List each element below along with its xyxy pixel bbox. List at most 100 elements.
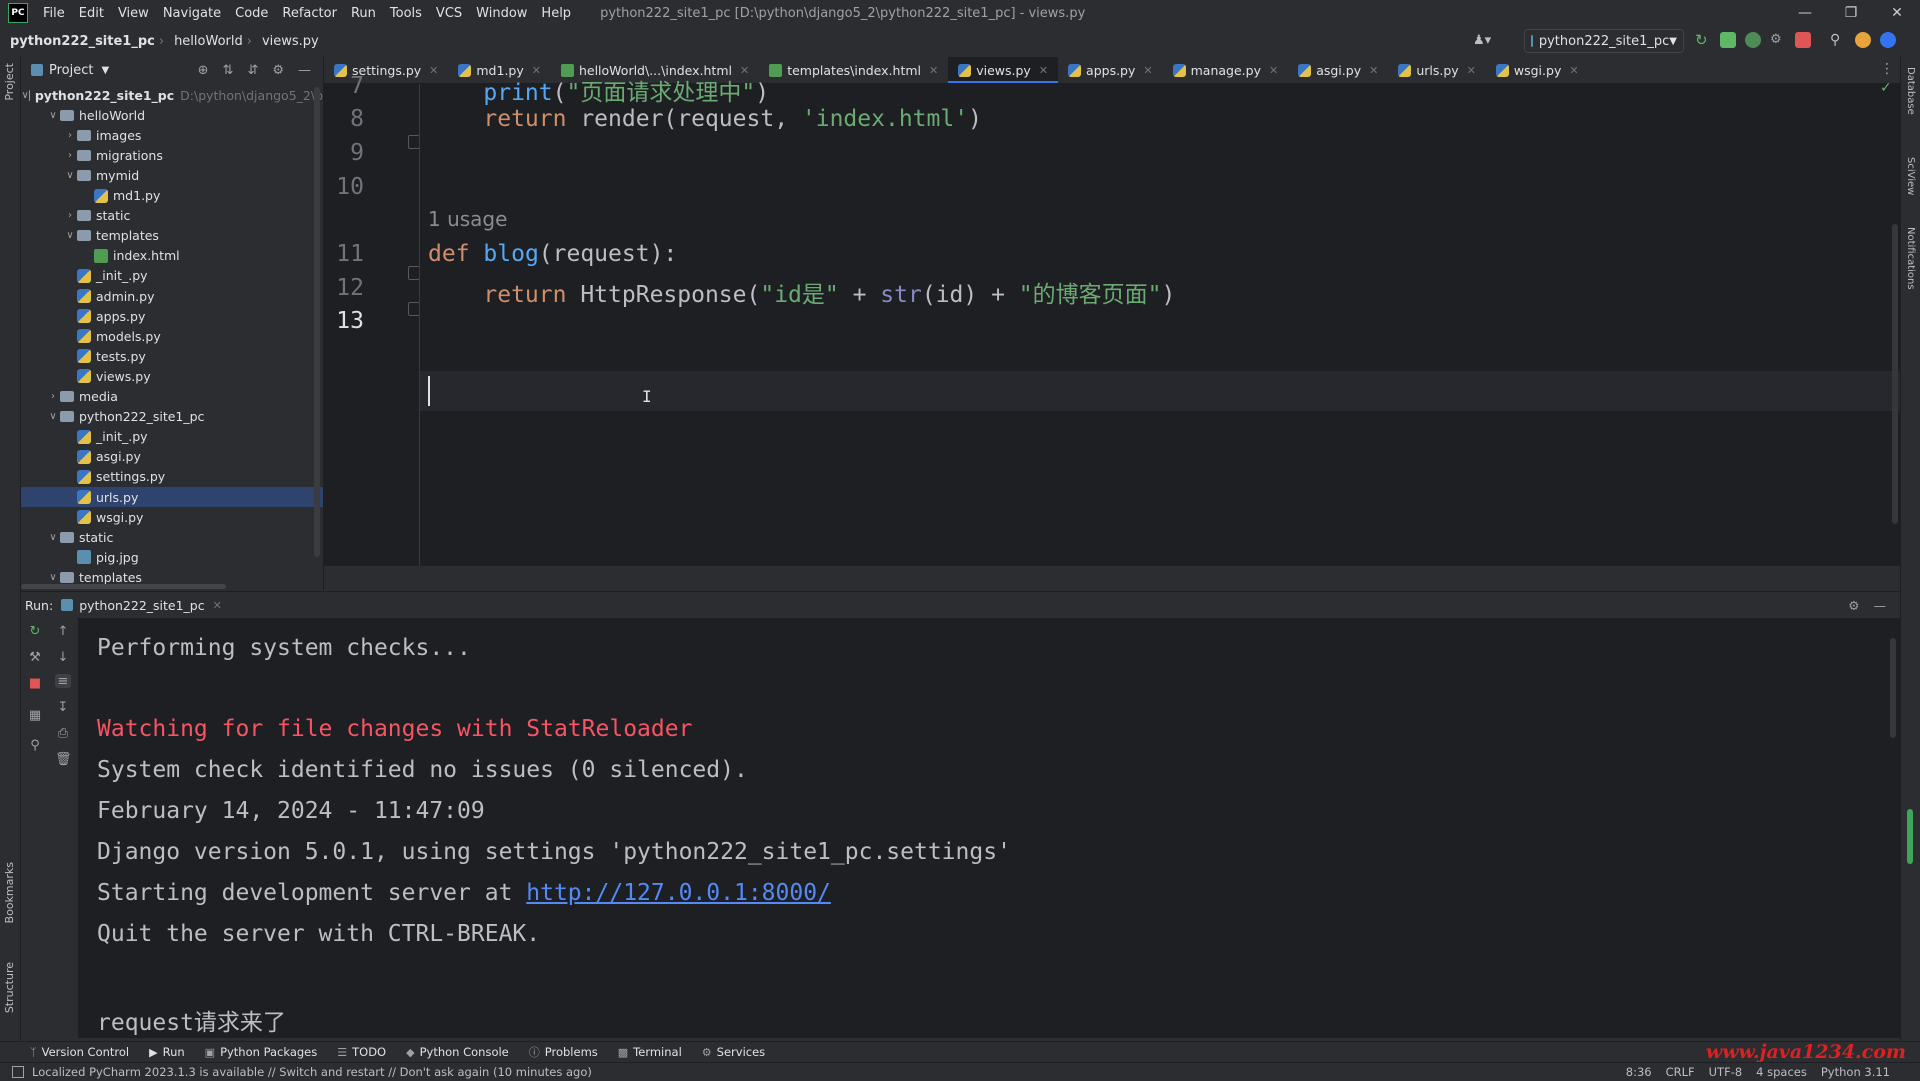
caret-position[interactable]: 8:36	[1626, 1065, 1652, 1079]
tree-item[interactable]: settings.py	[21, 467, 323, 487]
chevron-right-icon[interactable]: ›	[63, 150, 77, 161]
tree-item[interactable]: tests.py	[21, 346, 323, 366]
tree-item[interactable]: ∨ static	[21, 527, 323, 547]
tree-item[interactable]: › migrations	[21, 145, 323, 165]
run-button[interactable]: ▶ Run	[139, 1045, 195, 1059]
tree-item[interactable]: ∨ templates	[21, 226, 323, 246]
chevron-down-icon[interactable]: ∨	[46, 411, 60, 422]
stop-icon[interactable]	[1795, 32, 1811, 48]
close-tab-icon[interactable]: ✕	[1143, 64, 1152, 77]
trash-icon[interactable]: 🗑	[55, 752, 72, 767]
line-separator[interactable]: CRLF	[1666, 1065, 1695, 1079]
soft-wrap-icon[interactable]: ≡	[55, 674, 71, 689]
chevron-right-icon[interactable]: ›	[46, 391, 60, 402]
menu-window[interactable]: Window	[469, 6, 534, 21]
menu-code[interactable]: Code	[228, 6, 275, 21]
menu-help[interactable]: Help	[534, 6, 578, 21]
tree-item[interactable]: pig.jpg	[21, 547, 323, 567]
chevron-right-icon[interactable]: ›	[63, 210, 77, 221]
editor-tab[interactable]: templates\index.html ✕	[759, 57, 948, 83]
menu-vcs[interactable]: VCS	[429, 6, 469, 21]
project-tool-window-button[interactable]: Project	[3, 63, 16, 101]
gear-icon[interactable]: ⚙	[1848, 598, 1873, 613]
file-encoding[interactable]: UTF-8	[1709, 1065, 1743, 1079]
tree-item[interactable]: asgi.py	[21, 447, 323, 467]
close-icon[interactable]: ✕	[1874, 0, 1920, 26]
notifications-tool-window-button[interactable]: Notifications	[1905, 227, 1916, 290]
hide-icon[interactable]: —	[1874, 598, 1901, 613]
up-arrow-icon[interactable]: ↑	[55, 624, 71, 639]
close-tab-icon[interactable]: ✕	[929, 64, 938, 77]
menu-run[interactable]: Run	[344, 6, 383, 21]
tree-item[interactable]: md1.py	[21, 186, 323, 206]
editor-scrollbar[interactable]	[1892, 224, 1898, 524]
stop-icon[interactable]: ■	[27, 676, 43, 691]
menu-edit[interactable]: Edit	[72, 6, 111, 21]
editor-tab[interactable]: views.py ✕	[948, 57, 1059, 83]
tree-item[interactable]: ∨ python222_site1_pc D:\python\django5_2\p	[21, 85, 323, 105]
services-button[interactable]: ⚙ Services	[692, 1045, 775, 1059]
close-tab-icon[interactable]: ✕	[1039, 64, 1048, 77]
tree-item[interactable]: › static	[21, 206, 323, 226]
layout-icon[interactable]: ▦	[27, 708, 43, 723]
tree-item[interactable]: › media	[21, 387, 323, 407]
chevron-down-icon[interactable]: ∨	[63, 230, 77, 241]
version-control-button[interactable]: ᛉ Version Control	[0, 1045, 139, 1059]
horizontal-scrollbar[interactable]	[21, 584, 226, 589]
editor-tab[interactable]: urls.py ✕	[1388, 57, 1486, 83]
close-tab-icon[interactable]: ✕	[1569, 64, 1578, 77]
pin-icon[interactable]: ⚲	[27, 738, 43, 753]
code-editor[interactable]: 7 8 9 10 11 12 13 print("页面请求处理中") retur…	[324, 73, 1900, 566]
rerun-icon[interactable]: ↻	[27, 624, 43, 639]
python-interpreter[interactable]: Python 3.11	[1821, 1065, 1890, 1079]
console-scrollbar[interactable]	[1890, 638, 1896, 738]
tree-item[interactable]: apps.py	[21, 306, 323, 326]
chevron-down-icon[interactable]: ∨	[46, 532, 60, 543]
tree-item[interactable]: admin.py	[21, 286, 323, 306]
structure-tool-window-button[interactable]: Structure	[3, 962, 16, 1013]
breadcrumb-file[interactable]: views.py	[252, 34, 323, 49]
tree-item[interactable]: › images	[21, 125, 323, 145]
hide-icon[interactable]: —	[298, 63, 311, 78]
editor-tab[interactable]: manage.py ✕	[1163, 57, 1289, 83]
wrench-icon[interactable]: ⚒	[27, 650, 43, 665]
locate-icon[interactable]: ⊕	[198, 63, 209, 78]
editor-tab[interactable]: asgi.py ✕	[1288, 57, 1388, 83]
tree-item[interactable]: views.py	[21, 366, 323, 386]
python-console-button[interactable]: ◆ Python Console	[396, 1045, 519, 1059]
down-arrow-icon[interactable]: ↓	[55, 650, 71, 665]
menu-file[interactable]: File	[36, 6, 72, 21]
vertical-scrollbar[interactable]	[314, 87, 320, 557]
tree-item[interactable]: ∨ python222_site1_pc	[21, 407, 323, 427]
close-tab-icon[interactable]: ✕	[1369, 64, 1378, 77]
updates-icon[interactable]	[1855, 32, 1871, 48]
python-packages-button[interactable]: ▣ Python Packages	[195, 1045, 328, 1059]
gear-icon[interactable]: ⚙	[272, 63, 284, 78]
chevron-down-icon[interactable]: ▼	[101, 65, 109, 76]
close-tab-icon[interactable]: ✕	[1269, 64, 1278, 77]
editor-tab[interactable]: wsgi.py ✕	[1486, 57, 1589, 83]
server-url-link[interactable]: http://127.0.0.1:8000/	[526, 880, 831, 906]
editor-tab[interactable]: apps.py ✕	[1058, 57, 1163, 83]
project-panel-title[interactable]: Project	[49, 63, 93, 78]
status-message[interactable]: Localized PyCharm 2023.1.3 is available …	[32, 1065, 592, 1079]
close-tab-icon[interactable]: ✕	[213, 599, 222, 612]
chevron-down-icon[interactable]: ∨	[22, 90, 29, 101]
chevron-down-icon[interactable]: ∨	[46, 110, 60, 121]
tree-item[interactable]: index.html	[21, 246, 323, 266]
tree-item[interactable]: wsgi.py	[21, 507, 323, 527]
collapse-all-icon[interactable]: ⇵	[247, 63, 258, 78]
status-toggle-icon[interactable]	[12, 1066, 24, 1078]
run-console[interactable]: Performing system checks... Watching for…	[78, 618, 1900, 1038]
tree-item[interactable]: _init_.py	[21, 266, 323, 286]
usage-hint[interactable]: 1 usage	[428, 207, 507, 231]
database-tool-window-button[interactable]: Database	[1905, 67, 1916, 115]
user-icon[interactable]: ♟▾	[1473, 33, 1491, 48]
problems-button[interactable]: ⓘ Problems	[519, 1044, 608, 1060]
tree-item[interactable]: models.py	[21, 326, 323, 346]
profile-icon[interactable]: ⚙	[1770, 32, 1786, 48]
terminal-button[interactable]: ▩ Terminal	[608, 1045, 692, 1059]
debug-icon[interactable]	[1720, 32, 1736, 48]
scroll-to-end-icon[interactable]: ↧	[55, 700, 71, 715]
tree-item[interactable]: ∨ mymid	[21, 165, 323, 185]
